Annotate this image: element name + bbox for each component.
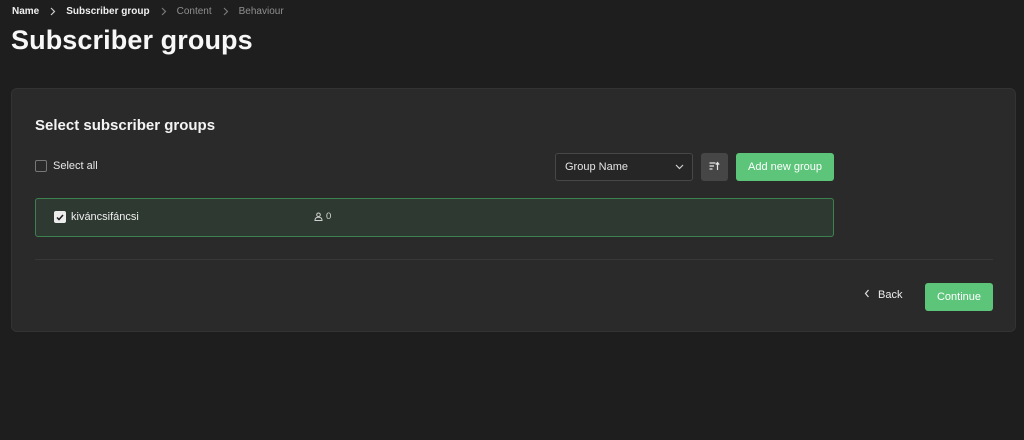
breadcrumb-item-name[interactable]: Name (12, 6, 39, 17)
card-title: Select subscriber groups (35, 117, 216, 134)
subscriber-count: 0 (314, 211, 331, 222)
group-checkbox[interactable] (54, 211, 66, 223)
back-button[interactable]: Back (864, 285, 902, 305)
select-all-label: Select all (53, 160, 98, 172)
breadcrumb: Name Subscriber group Content Behaviour (12, 5, 284, 17)
chevron-right-icon (49, 7, 56, 16)
back-label: Back (878, 289, 903, 301)
breadcrumb-item-content[interactable]: Content (177, 6, 212, 17)
chevron-right-icon (160, 7, 167, 16)
select-all-checkbox[interactable]: Select all (35, 160, 98, 172)
add-new-group-button[interactable]: Add new group (736, 153, 834, 181)
page-title: Subscriber groups (11, 25, 253, 55)
checkmark-icon (56, 214, 64, 221)
chevron-left-icon (864, 289, 870, 301)
subscriber-count-value: 0 (326, 211, 332, 222)
subscriber-groups-card: Select subscriber groups Select all Grou… (11, 88, 1016, 332)
breadcrumb-item-behaviour[interactable]: Behaviour (239, 6, 284, 17)
chevron-down-icon (675, 161, 684, 173)
divider (35, 259, 993, 260)
chevron-right-icon (222, 7, 229, 16)
group-name: kiváncsifáncsi (71, 211, 139, 223)
group-row[interactable]: kiváncsifáncsi 0 (35, 198, 834, 237)
checkbox[interactable] (35, 160, 47, 172)
sort-by-dropdown[interactable]: Group Name (555, 153, 693, 181)
continue-button[interactable]: Continue (925, 283, 993, 311)
breadcrumb-item-subscriber-group[interactable]: Subscriber group (66, 6, 149, 17)
sort-by-selected-value: Group Name (565, 161, 628, 173)
sort-ascending-icon (709, 158, 720, 176)
sort-order-button[interactable] (701, 153, 728, 181)
user-icon (314, 212, 323, 221)
